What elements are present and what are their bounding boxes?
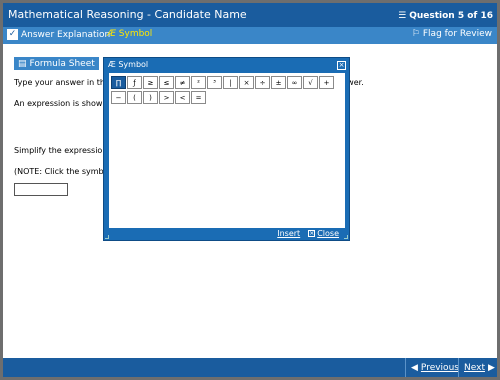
symbol-row-2: −() > < = (111, 91, 206, 104)
symbol-button[interactable]: − (111, 91, 126, 104)
symbol-button[interactable]: Æ Symbol (107, 29, 152, 39)
symbol-button[interactable]: ≤ (159, 76, 174, 89)
question-counter: ☰ Question 5 of 16 (398, 11, 493, 21)
symbol-button[interactable]: ± (271, 76, 286, 89)
symbol-dialog-title-label: Symbol (118, 60, 149, 69)
symbol-button[interactable]: < (175, 91, 190, 104)
dialog-footer: Insert × Close (277, 229, 339, 238)
app-window: Mathematical Reasoning - Candidate Name … (3, 3, 497, 377)
symbol-button[interactable]: ³ (207, 76, 222, 89)
next-button[interactable]: Next ▶ (458, 358, 497, 377)
checkbox-icon: ✓ (7, 29, 18, 40)
symbol-button[interactable]: ∏ (111, 76, 126, 89)
note-text: (NOTE: Click the symb (14, 167, 104, 176)
symbol-button[interactable]: ≥ (143, 76, 158, 89)
flag-for-review-button[interactable]: ⚐ Flag for Review (412, 29, 492, 39)
answer-explanation-button[interactable]: ✓ Answer Explanation (7, 29, 110, 40)
answer-input[interactable] (14, 183, 68, 196)
symbol-dialog-title: Æ Symbol (108, 60, 148, 69)
symbol-dialog: Æ Symbol × ∏ ƒ ≥ ≤ ≠ ² ³ | × ÷ ± ∞ √ + −() > < = Insert … (103, 57, 350, 241)
answer-explanation-label: Answer Explanation (21, 29, 111, 40)
formula-sheet-label: Formula Sheet (29, 58, 95, 69)
symbol-button[interactable]: √ (303, 76, 318, 89)
instruction-text: Type your answer in th (14, 78, 105, 87)
previous-button[interactable]: ◀ Previous (405, 358, 464, 377)
simplify-text: Simplify the expressio (14, 146, 103, 155)
symbol-row-1: ∏ ƒ ≥ ≤ ≠ ² ³ | × ÷ ± ∞ √ + (111, 76, 334, 89)
close-icon: × (308, 230, 316, 237)
symbol-button[interactable]: = (191, 91, 206, 104)
ae-symbol-icon: Æ (107, 29, 116, 39)
symbol-button[interactable]: ƒ (127, 76, 142, 89)
flag-icon: ⚐ (411, 29, 420, 39)
symbol-button[interactable]: × (239, 76, 254, 89)
insert-button[interactable]: Insert (277, 229, 300, 238)
close-button[interactable]: × Close (308, 229, 339, 238)
flag-label: Flag for Review (422, 29, 492, 39)
symbol-button[interactable]: + (319, 76, 334, 89)
previous-label: Previous (420, 362, 459, 373)
arrow-left-icon: ◀ (411, 362, 418, 373)
resize-grip-right[interactable] (344, 235, 348, 239)
close-label: Close (317, 229, 339, 238)
title-bar: Mathematical Reasoning - Candidate Name … (3, 3, 497, 27)
symbol-palette: ∏ ƒ ≥ ≤ ≠ ² ³ | × ÷ ± ∞ √ + −() > < = (109, 73, 345, 228)
formula-sheet-icon: ▤ (18, 58, 27, 69)
app-title: Mathematical Reasoning - Candidate Name (8, 8, 247, 21)
symbol-button[interactable]: ≠ (175, 76, 190, 89)
symbol-button[interactable]: > (159, 91, 174, 104)
insert-label: Insert (277, 229, 301, 238)
resize-grip-left[interactable] (105, 235, 109, 239)
question-counter-label: Question 5 of 16 (409, 11, 493, 21)
dialog-close-icon[interactable]: × (337, 61, 346, 70)
symbol-button[interactable]: ÷ (255, 76, 270, 89)
formula-sheet-button[interactable]: ▤ Formula Sheet (14, 57, 99, 70)
question-list-icon: ☰ (398, 11, 407, 21)
symbol-button[interactable]: ² (191, 76, 206, 89)
symbol-button[interactable]: ) (143, 91, 158, 104)
ae-symbol-icon: Æ (108, 60, 116, 69)
expression-text: An expression is show (14, 99, 103, 108)
toolbar: ✓ Answer Explanation Æ Symbol ⚐ Flag for… (3, 27, 497, 44)
next-label: Next (464, 362, 485, 373)
symbol-button[interactable]: ∞ (287, 76, 302, 89)
arrow-right-icon: ▶ (487, 362, 495, 373)
bottom-bar: ◀ Previous Next ▶ (3, 358, 497, 377)
symbol-label: Symbol (118, 29, 153, 39)
symbol-button[interactable]: | (223, 76, 238, 89)
symbol-button[interactable]: ( (127, 91, 142, 104)
